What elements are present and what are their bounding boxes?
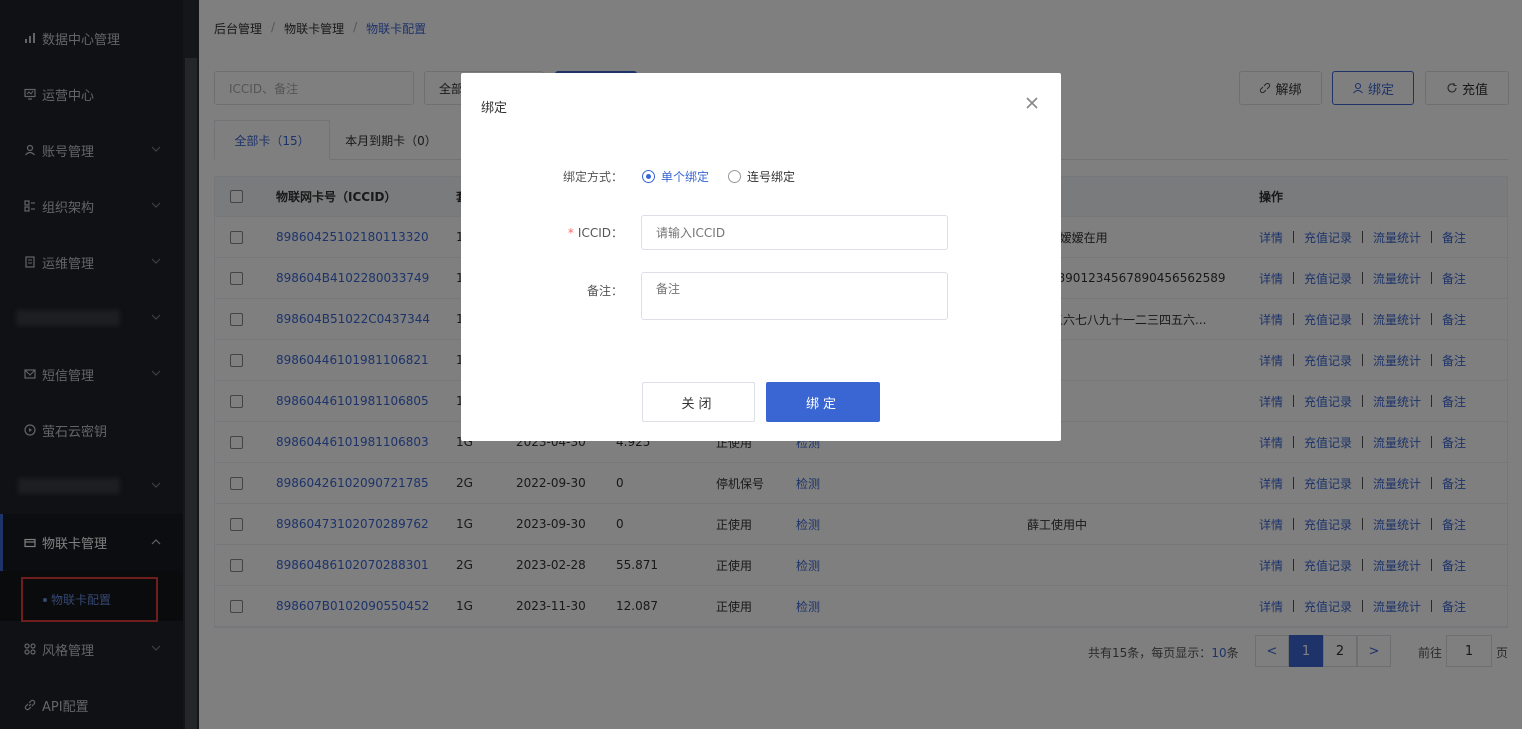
bind-mode-label: 绑定方式： bbox=[562, 170, 623, 184]
radio-label: 连号绑定 bbox=[747, 170, 796, 184]
note-label: 备注： bbox=[586, 284, 623, 298]
dialog-title: 绑定 bbox=[481, 101, 508, 116]
radio-circle bbox=[728, 170, 741, 183]
close-icon[interactable] bbox=[1024, 95, 1040, 111]
radio-label: 单个绑定 bbox=[661, 170, 710, 184]
submit-bind-button[interactable]: 绑定 bbox=[766, 382, 880, 422]
iccid-label: * ICCID： bbox=[567, 226, 623, 240]
radio-single-bind[interactable]: 单个绑定 bbox=[642, 168, 709, 185]
radio-circle bbox=[642, 170, 655, 183]
iccid-input[interactable] bbox=[641, 215, 948, 250]
note-textarea[interactable] bbox=[641, 272, 948, 320]
close-button[interactable]: 关闭 bbox=[642, 382, 755, 422]
bind-dialog: 绑定 绑定方式： 单个绑定 连号绑定 *ICCID： 备注： 关闭 绑定 bbox=[461, 73, 1061, 441]
radio-batch-bind[interactable]: 连号绑定 bbox=[728, 168, 795, 185]
